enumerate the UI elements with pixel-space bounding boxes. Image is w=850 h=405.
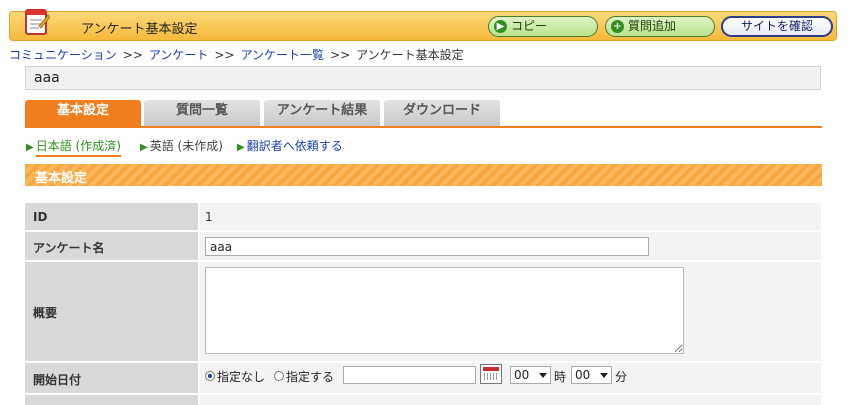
breadcrumb-survey[interactable]: アンケート <box>149 48 209 62</box>
arrow-right-icon: ▶ <box>237 142 245 153</box>
id-label: ID <box>25 203 198 230</box>
minute-unit: 分 <box>615 370 628 384</box>
tab-survey-results[interactable]: アンケート結果 <box>264 100 380 126</box>
summary-label: 概要 <box>25 262 198 361</box>
tab-basic-settings[interactable]: 基本設定 <box>25 100 141 126</box>
start-date-label: 開始日付 <box>25 363 198 393</box>
lang-japanese-label: 日本語 (作成済) <box>35 139 121 157</box>
arrow-right-icon: ▶ <box>140 142 148 153</box>
survey-name-display: aaa <box>25 66 821 90</box>
play-icon: ▶ <box>494 20 507 33</box>
hour-select-value: 00 <box>514 368 530 382</box>
lang-japanese[interactable]: ▶ 日本語 (作成済) <box>26 137 121 157</box>
minute-select[interactable]: 00 <box>571 366 612 384</box>
form-row-summary: 概要 <box>25 262 821 361</box>
hour-unit: 時 <box>554 370 567 384</box>
minute-select-value: 00 <box>575 368 591 382</box>
breadcrumb-current: アンケート基本設定 <box>356 48 464 62</box>
start-none-radio[interactable] <box>205 371 215 381</box>
tab-question-list[interactable]: 質問一覧 <box>144 100 260 126</box>
add-question-button[interactable]: + 質問追加 <box>605 16 715 37</box>
copy-button-label: コピー <box>511 19 548 33</box>
section-header: 基本設定 <box>25 164 822 186</box>
start-date-input[interactable] <box>343 366 476 384</box>
tab-bar: 基本設定 質問一覧 アンケート結果 ダウンロード <box>25 100 822 128</box>
breadcrumb-separator: >> <box>214 48 235 62</box>
copy-button[interactable]: ▶ コピー <box>488 16 598 37</box>
summary-textarea[interactable] <box>205 267 684 354</box>
start-none-label: 指定なし <box>217 370 266 384</box>
caret-down-icon <box>539 373 547 378</box>
plus-icon: + <box>611 20 624 33</box>
page-title: アンケート基本設定 <box>81 22 198 37</box>
breadcrumb-separator: >> <box>122 48 143 62</box>
arrow-right-icon: ▶ <box>26 142 34 153</box>
tab-download[interactable]: ダウンロード <box>384 100 500 126</box>
lang-english[interactable]: ▶ 英語 (未作成) <box>140 137 223 154</box>
lang-english-label: 英語 (未作成) <box>149 139 223 153</box>
check-site-button-label: サイトを確認 <box>740 19 813 33</box>
form-row-next <box>25 395 821 405</box>
form-row-id: ID 1 <box>25 203 821 230</box>
request-translator-link[interactable]: ▶ 翻訳者へ依頼する <box>237 137 343 154</box>
survey-name-input[interactable] <box>205 237 649 256</box>
form-row-start-date: 開始日付 指定なし 指定する 00 時 00 分 <box>25 363 821 393</box>
add-question-button-label: 質問追加 <box>628 19 677 33</box>
hour-select[interactable]: 00 <box>510 366 551 384</box>
breadcrumb: コミュニケーション >> アンケート >> アンケート一覧 >> アンケート基本設定 <box>9 46 464 63</box>
id-value: 1 <box>205 210 213 224</box>
caret-down-icon <box>600 373 608 378</box>
form-row-name: アンケート名 <box>25 232 821 260</box>
check-site-button[interactable]: サイトを確認 <box>721 16 833 37</box>
name-label: アンケート名 <box>25 232 198 260</box>
start-specify-label: 指定する <box>286 370 335 384</box>
breadcrumb-separator: >> <box>330 48 351 62</box>
breadcrumb-communication[interactable]: コミュニケーション <box>9 48 117 62</box>
notepad-icon <box>25 9 50 35</box>
start-specify-radio[interactable] <box>274 371 284 381</box>
breadcrumb-survey-list[interactable]: アンケート一覧 <box>241 48 325 62</box>
calendar-icon[interactable] <box>480 364 502 384</box>
page-header: アンケート基本設定 ▶ コピー + 質問追加 サイトを確認 <box>9 9 837 41</box>
request-translator-label: 翻訳者へ依頼する <box>246 139 343 153</box>
